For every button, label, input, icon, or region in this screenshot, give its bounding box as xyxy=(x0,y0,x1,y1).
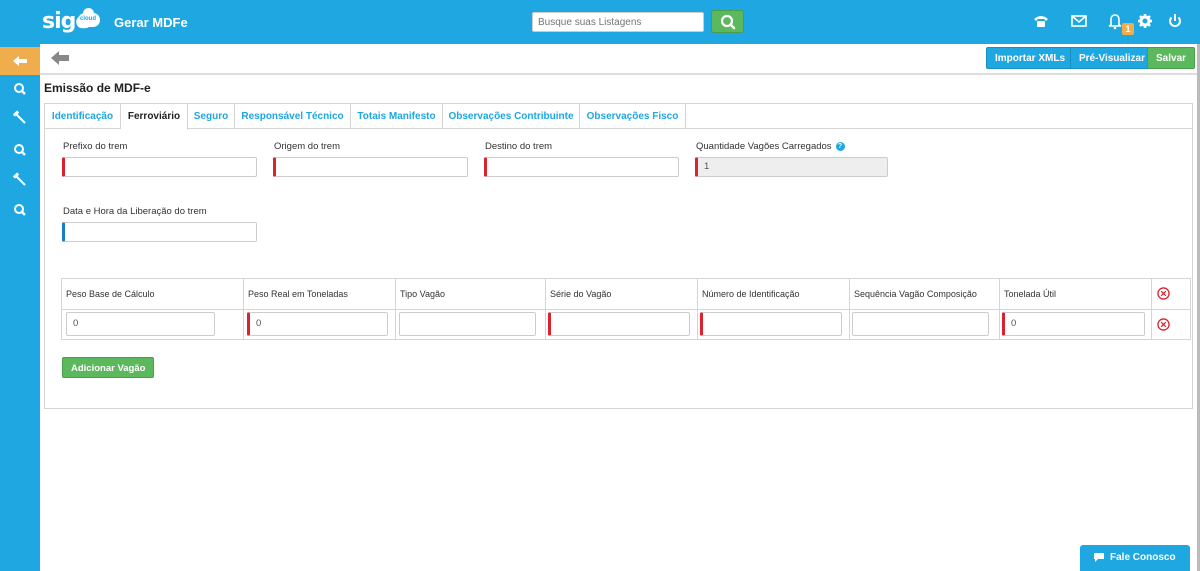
col-peso-real: Peso Real em Toneladas xyxy=(248,289,348,299)
back-arrow-icon xyxy=(13,56,27,66)
tab-identificacao[interactable]: Identificação xyxy=(45,104,121,129)
logo-sub: cloud xyxy=(80,16,96,22)
origem-input[interactable] xyxy=(273,157,468,177)
col-sequencia-vagao: Sequência Vagão Composição xyxy=(854,289,977,299)
sidebar-item-tools-1[interactable] xyxy=(0,104,40,132)
serie-vagao-input[interactable] xyxy=(548,312,690,336)
chat-label: Fale Conosco xyxy=(1110,552,1176,563)
sidebar-item-search-1[interactable] xyxy=(0,75,40,103)
phone-icon[interactable] xyxy=(1032,12,1050,30)
prefixo-label: Prefixo do trem xyxy=(63,141,128,152)
hammer-icon xyxy=(12,172,26,186)
help-icon[interactable]: ? xyxy=(835,141,845,151)
sequencia-vagao-input[interactable] xyxy=(852,312,989,336)
tonelada-util-input[interactable]: 0 xyxy=(1002,312,1145,336)
preview-button[interactable]: Pré-Visualizar xyxy=(1070,47,1154,69)
col-peso-base: Peso Base de Cálculo xyxy=(66,289,155,299)
search-icon xyxy=(720,14,736,30)
remove-all-icon[interactable] xyxy=(1157,287,1170,300)
tab-bar: Identificação Ferroviário Seguro Respons… xyxy=(45,104,1192,130)
toolbar: Importar XMLs Pré-Visualizar Salvar xyxy=(40,44,1200,75)
tab-observacoes-fisco[interactable]: Observações Fisco xyxy=(580,104,686,129)
data-liberacao-input[interactable] xyxy=(62,222,257,242)
import-xml-button[interactable]: Importar XMLs xyxy=(986,47,1075,69)
sidebar-item-tools-2[interactable] xyxy=(0,166,40,194)
destino-input[interactable] xyxy=(484,157,679,177)
col-tipo-vagao: Tipo Vagão xyxy=(400,289,446,299)
logo-cloud-icon: cloud xyxy=(78,8,100,27)
quantidade-input: 1 xyxy=(695,157,888,177)
peso-real-input[interactable]: 0 xyxy=(247,312,388,336)
sidebar-item-search-2[interactable] xyxy=(0,136,40,164)
search-input[interactable] xyxy=(532,12,704,32)
search-icon xyxy=(14,204,26,216)
quantidade-label-text: Quantidade Vagões Carregados xyxy=(696,141,832,152)
origem-label: Origem do trem xyxy=(274,141,340,152)
page-title: Emissão de MDF-e xyxy=(44,81,151,95)
peso-base-input[interactable]: 0 xyxy=(66,312,215,336)
add-wagon-button[interactable]: Adicionar Vagão xyxy=(62,357,155,378)
search-button[interactable] xyxy=(711,10,744,33)
sidebar-item-search-3[interactable] xyxy=(0,196,40,224)
back-arrow-icon[interactable] xyxy=(50,49,70,67)
search-icon xyxy=(14,144,26,156)
numero-identificacao-input[interactable] xyxy=(700,312,842,336)
mail-icon[interactable] xyxy=(1070,12,1088,30)
tab-totais-manifesto[interactable]: Totais Manifesto xyxy=(351,104,443,129)
remove-row-icon[interactable] xyxy=(1157,318,1170,331)
power-icon[interactable] xyxy=(1166,12,1184,30)
app-title: Gerar MDFe xyxy=(114,15,188,30)
hammer-icon xyxy=(12,110,26,124)
col-serie-vagao: Série do Vagão xyxy=(550,289,612,299)
tipo-vagao-input[interactable] xyxy=(399,312,536,336)
form-panel: Identificação Ferroviário Seguro Respons… xyxy=(44,103,1193,409)
chat-icon xyxy=(1094,553,1104,562)
tab-ferroviario[interactable]: Ferroviário xyxy=(121,104,188,130)
col-tonelada-util: Tonelada Útil xyxy=(1004,289,1057,299)
gear-icon[interactable] xyxy=(1136,12,1154,30)
sidebar xyxy=(0,44,40,571)
quantidade-label: Quantidade Vagões Carregados? xyxy=(696,141,845,152)
prefixo-input[interactable] xyxy=(62,157,257,177)
tab-responsavel-tecnico[interactable]: Responsável Técnico xyxy=(235,104,351,129)
tab-seguro[interactable]: Seguro xyxy=(188,104,235,129)
chat-button[interactable]: Fale Conosco xyxy=(1080,545,1190,571)
search-icon xyxy=(14,83,26,95)
top-bar: sige cloud Gerar MDFe 1 xyxy=(0,0,1200,44)
notification-badge: 1 xyxy=(1122,23,1134,35)
col-numero-identificacao: Número de Identificação xyxy=(702,289,800,299)
destino-label: Destino do trem xyxy=(485,141,553,152)
tab-observacoes-contribuinte[interactable]: Observações Contribuinte xyxy=(443,104,580,129)
data-liberacao-label: Data e Hora da Liberação do trem xyxy=(63,206,207,217)
save-button[interactable]: Salvar xyxy=(1147,47,1196,69)
sidebar-item-back[interactable] xyxy=(0,47,40,75)
